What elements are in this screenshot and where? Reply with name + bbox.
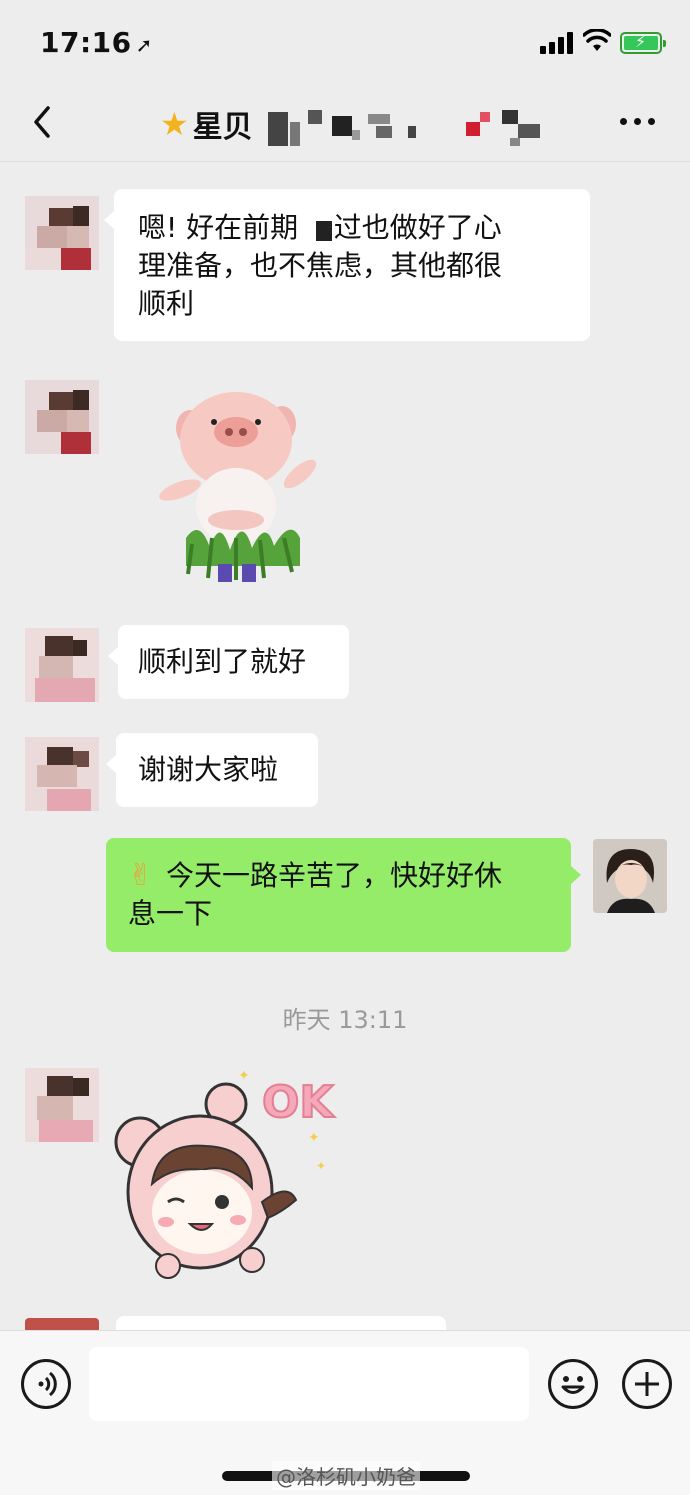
message-input[interactable] bbox=[89, 1347, 529, 1421]
sender-avatar[interactable] bbox=[25, 737, 99, 811]
wifi-icon bbox=[583, 29, 611, 51]
input-bar: @洛杉矶小奶爸 bbox=[0, 1330, 690, 1495]
message-text: 今天一路辛苦了，快好好休 息一下 bbox=[128, 859, 503, 930]
message-text: 谢谢大家啦 bbox=[138, 753, 279, 786]
status-time: 17:16 ➚ bbox=[40, 26, 153, 59]
my-avatar[interactable] bbox=[593, 839, 667, 913]
ok-sticker-text: OK bbox=[262, 1077, 335, 1128]
message-text: 顺利到了就好 bbox=[138, 645, 307, 678]
sender-avatar[interactable] bbox=[25, 196, 99, 270]
pig-dancing-sticker[interactable] bbox=[150, 388, 325, 588]
plus-icon[interactable] bbox=[622, 1359, 672, 1409]
watermark-text: @洛杉矶小奶爸 bbox=[272, 1461, 420, 1490]
sender-avatar[interactable] bbox=[25, 628, 99, 702]
svg-text:✦: ✦ bbox=[316, 1159, 326, 1173]
message-bubble[interactable]: 嗯! 好在前期 过也做好了心 理准备，也不焦虑，其他都很 顺利 bbox=[104, 189, 590, 341]
more-options-icon[interactable] bbox=[620, 118, 655, 125]
star-icon: ★ bbox=[160, 105, 189, 143]
chat-title-text: 星贝 bbox=[192, 110, 253, 145]
message-bubble[interactable] bbox=[116, 1316, 446, 1330]
message-bubble-outgoing[interactable]: ✌ 今天一路辛苦了，快好好休 息一下 bbox=[106, 838, 581, 952]
sender-avatar[interactable] bbox=[25, 1318, 99, 1330]
chat-title: ★ 星贝 bbox=[160, 104, 253, 145]
cellular-signal-icon bbox=[540, 32, 574, 54]
battery-icon: ⚡ bbox=[620, 32, 666, 54]
sender-avatar[interactable] bbox=[25, 380, 99, 454]
clock-text: 17:16 bbox=[40, 26, 132, 59]
back-chevron-icon[interactable] bbox=[28, 102, 58, 142]
ok-girl-sticker[interactable]: OK ✦ ✦ ✦ bbox=[112, 1062, 342, 1287]
svg-text:✦: ✦ bbox=[238, 1068, 250, 1084]
location-arrow-icon: ➚ bbox=[135, 33, 153, 57]
emoji-icon[interactable] bbox=[548, 1359, 598, 1409]
charging-bolt-icon: ⚡ bbox=[635, 32, 647, 51]
status-bar: 17:16 ➚ ⚡ bbox=[0, 0, 690, 80]
voice-icon[interactable] bbox=[21, 1359, 71, 1409]
sender-avatar[interactable] bbox=[25, 1068, 99, 1142]
censor-block bbox=[316, 221, 332, 241]
message-bubble[interactable]: 谢谢大家啦 bbox=[106, 733, 318, 807]
message-bubble[interactable]: 顺利到了就好 bbox=[108, 625, 349, 699]
svg-text:✦: ✦ bbox=[308, 1130, 320, 1146]
message-timestamp: 昨天 13:11 bbox=[282, 1006, 408, 1034]
chat-header: ★ 星贝 bbox=[0, 82, 690, 162]
